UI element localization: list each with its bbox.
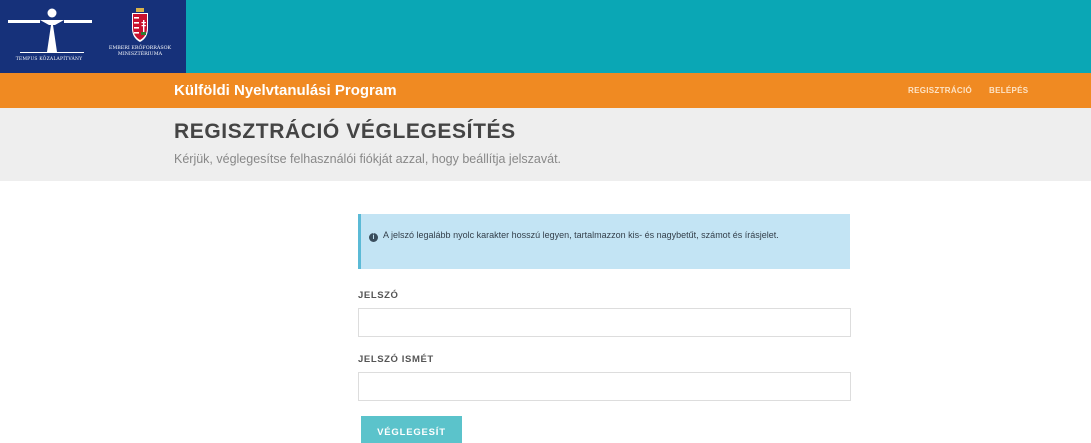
emmi-logo-text: EMBERI ERŐFORRÁSOK MINISZTÉRIUMA: [100, 46, 180, 58]
logo-block: TEMPUS KÖZALAPÍTVÁNY EMBERI ERŐFORRÁSOK …: [0, 0, 186, 73]
tempus-logo[interactable]: TEMPUS KÖZALAPÍTVÁNY: [6, 6, 92, 68]
tempus-emblem-icon: [8, 8, 92, 53]
page-title: REGISZTRÁCIÓ VÉGLEGESÍTÉS: [174, 120, 516, 143]
emmi-logo-line2: MINISZTÉRIUMA: [117, 52, 163, 57]
password-again-input[interactable]: [358, 372, 851, 401]
page-header: REGISZTRÁCIÓ VÉGLEGESÍTÉS Kérjük, végleg…: [0, 108, 1091, 181]
password-label: JELSZÓ: [358, 290, 399, 301]
brand-link[interactable]: Külföldi Nyelvtanulási Program: [174, 82, 397, 99]
password-rules-alert: i A jelszó legalább nyolc karakter hossz…: [358, 214, 850, 269]
emmi-logo[interactable]: EMBERI ERŐFORRÁSOK MINISZTÉRIUMA: [100, 8, 180, 64]
page-subtitle: Kérjük, véglegesítse felhasználói fiókjá…: [174, 152, 562, 166]
info-icon: i: [369, 233, 378, 242]
nav-link-registration[interactable]: REGISZTRÁCIÓ: [908, 86, 972, 95]
main-navbar: Külföldi Nyelvtanulási Program REGISZTRÁ…: [0, 73, 1091, 108]
alert-text: A jelszó legalább nyolc karakter hosszú …: [383, 230, 779, 240]
password-again-label: JELSZÓ ISMÉT: [358, 354, 434, 365]
password-input[interactable]: [358, 308, 851, 337]
nav-link-login[interactable]: BELÉPÉS: [989, 86, 1028, 95]
top-banner: TEMPUS KÖZALAPÍTVÁNY EMBERI ERŐFORRÁSOK …: [0, 0, 1091, 73]
finalize-button[interactable]: VÉGLEGESÍT: [361, 416, 462, 443]
tempus-logo-text: TEMPUS KÖZALAPÍTVÁNY: [15, 57, 83, 62]
hungarian-coat-of-arms-icon: [132, 8, 148, 42]
